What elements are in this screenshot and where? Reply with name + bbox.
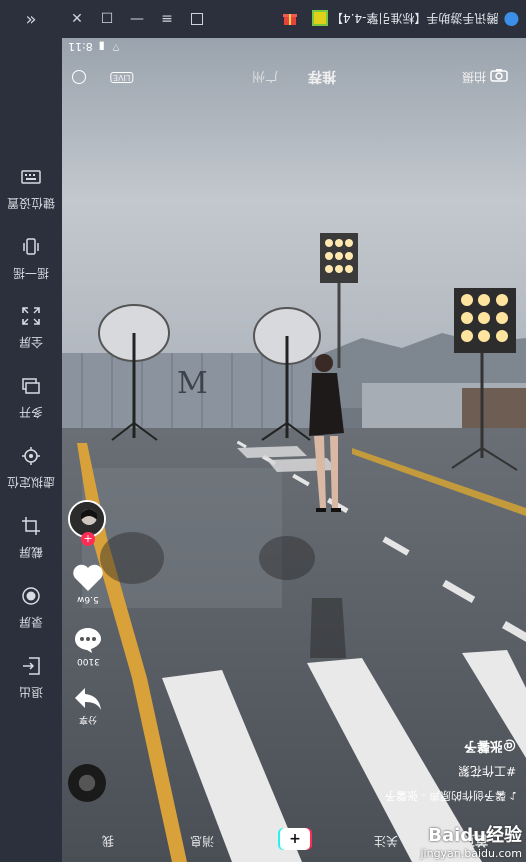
sidebar-item-record[interactable]: 录屏 (0, 584, 62, 644)
comment-button[interactable]: 3100 (70, 626, 106, 666)
music-disc[interactable] (68, 764, 106, 802)
close-button[interactable]: ✕ (62, 0, 92, 38)
maximize-icon: ☐ (100, 11, 114, 27)
close-icon: ✕ (71, 11, 83, 27)
nav-follow[interactable]: 关注 (374, 820, 398, 862)
sidebar-item-shake[interactable]: 摇一摇 (0, 235, 62, 295)
sidebar-item-location[interactable]: 虚拟定位 (0, 444, 62, 504)
nav-me-label: 我 (102, 833, 115, 848)
comment-icon (75, 628, 101, 653)
menu-icon: ≡ (161, 11, 173, 27)
comment-count: 3100 (76, 656, 100, 666)
status-time: 8:11 (68, 40, 93, 54)
caption-music[interactable]: ♪ 馨予创作的原声 - 张馨予 (385, 788, 516, 804)
sidebar-item-label: 摇一摇 (12, 266, 49, 280)
sidebar-item-screenshot[interactable]: 截屏 (0, 514, 62, 574)
create-post-button[interactable]: + (280, 828, 310, 850)
signal-icon: ▮ (98, 40, 105, 54)
fullscreen-icon (19, 304, 43, 328)
location-icon (19, 444, 43, 468)
exit-icon (19, 654, 43, 678)
sidebar-item-multi[interactable]: 多开 (0, 374, 62, 434)
sidebar-item-fullscreen[interactable]: 全屏 (0, 304, 62, 364)
camera-button[interactable]: 拍摄 (462, 64, 508, 90)
live-icon: LIVE (110, 71, 134, 83)
live-button[interactable]: LIVE (110, 64, 134, 90)
sidebar-item-label: 虚拟定位 (6, 475, 55, 489)
svg-text:M: M (177, 366, 208, 401)
record-icon (19, 584, 43, 608)
app-logo-icon (504, 12, 518, 26)
sidebar-item-label: 全屏 (18, 335, 43, 349)
gift-icon[interactable] (282, 10, 298, 26)
sidebar-item-label: 键位设置 (6, 196, 55, 210)
phone-shake-icon (19, 235, 43, 259)
search-icon (72, 70, 86, 84)
caption-tag-text: #工作花絮 (457, 764, 516, 778)
watermark-url: jingyan.baidu.com (420, 847, 522, 860)
follow-plus-button[interactable]: + (81, 532, 95, 546)
watermark-logo: Baidu经验 (428, 825, 522, 846)
caption-author-text: @张馨予 (463, 738, 516, 753)
sidebar-item-label: 截屏 (18, 545, 43, 559)
nav-messages[interactable]: 消息 (190, 820, 214, 862)
restore-icon (191, 13, 203, 25)
collapse-sidebar-button[interactable]: » (0, 0, 62, 38)
share-icon (75, 688, 101, 710)
minimize-icon: — (130, 11, 144, 27)
maximize-button[interactable]: ☐ (92, 0, 122, 38)
keyboard-icon (19, 165, 43, 189)
like-count: 5.6w (77, 594, 99, 604)
window-title-text: 腾讯手游助手【标准引擎-4.4】 (330, 11, 498, 26)
sidebar-item-keymap[interactable]: 键位设置 (0, 165, 62, 225)
caption-tag[interactable]: #工作花絮 (458, 763, 516, 780)
tab-city[interactable]: 广州 (252, 64, 278, 90)
baidu-watermark: Baidu经验 jingyan.baidu.com (420, 821, 522, 860)
sidebar-item-exit[interactable]: 退出 (0, 654, 62, 714)
sidebar-item-label: 多开 (18, 405, 43, 419)
multi-window-icon (19, 374, 43, 398)
caption-music-text: ♪ 馨予创作的原声 - 张馨予 (384, 789, 516, 802)
video-frame: M (62, 38, 526, 862)
share-label: 分享 (78, 714, 97, 724)
emulator-sidebar: » 键位设置 摇一摇 全屏 多开 虚拟定位 截屏 录屏 退出 (0, 0, 62, 862)
nav-follow-label: 关注 (374, 833, 399, 848)
wifi-icon: ⌔ (110, 41, 122, 54)
double-chevron-icon: » (25, 8, 37, 30)
camera-label: 拍摄 (462, 69, 487, 84)
share-button[interactable]: 分享 (70, 686, 106, 727)
emulator-window: » 键位设置 摇一摇 全屏 多开 虚拟定位 截屏 录屏 退出 ✕ ☐ — ≡ 腾… (0, 0, 526, 862)
nav-messages-label: 消息 (190, 833, 215, 848)
status-bar: ⌔ ▮ 8:11 (68, 38, 121, 56)
tab-recommend-label: 推荐 (308, 68, 336, 84)
phone-screen[interactable]: M ⌔ ▮ 8:11 LIVE 广州 推荐 拍摄 + 5.6w 3100 分享 … (62, 38, 526, 862)
window-title: 腾讯手游助手【标准引擎-4.4】 (331, 0, 518, 38)
camera-icon (490, 68, 508, 86)
minimize-button[interactable]: — (122, 0, 152, 38)
tab-recommend[interactable]: 推荐 (308, 64, 336, 90)
search-button[interactable] (72, 64, 86, 90)
screenshot-icon (19, 514, 43, 538)
sidebar-item-label: 录屏 (18, 615, 43, 629)
title-bar: ✕ ☐ — ≡ 腾讯手游助手【标准引擎-4.4】 (62, 0, 526, 38)
caption-author[interactable]: @张馨予 (464, 738, 516, 757)
engine-badge-icon (312, 10, 328, 26)
menu-button[interactable]: ≡ (152, 0, 182, 38)
nav-me[interactable]: 我 (102, 820, 114, 862)
feed-top-nav: LIVE 广州 推荐 拍摄 (62, 64, 526, 90)
heart-icon (73, 564, 103, 591)
restore-button[interactable] (182, 0, 212, 38)
like-button[interactable]: 5.6w (70, 564, 106, 604)
sidebar-item-label: 退出 (18, 685, 43, 699)
tab-city-label: 广州 (252, 67, 279, 83)
plus-icon: + (289, 831, 301, 847)
